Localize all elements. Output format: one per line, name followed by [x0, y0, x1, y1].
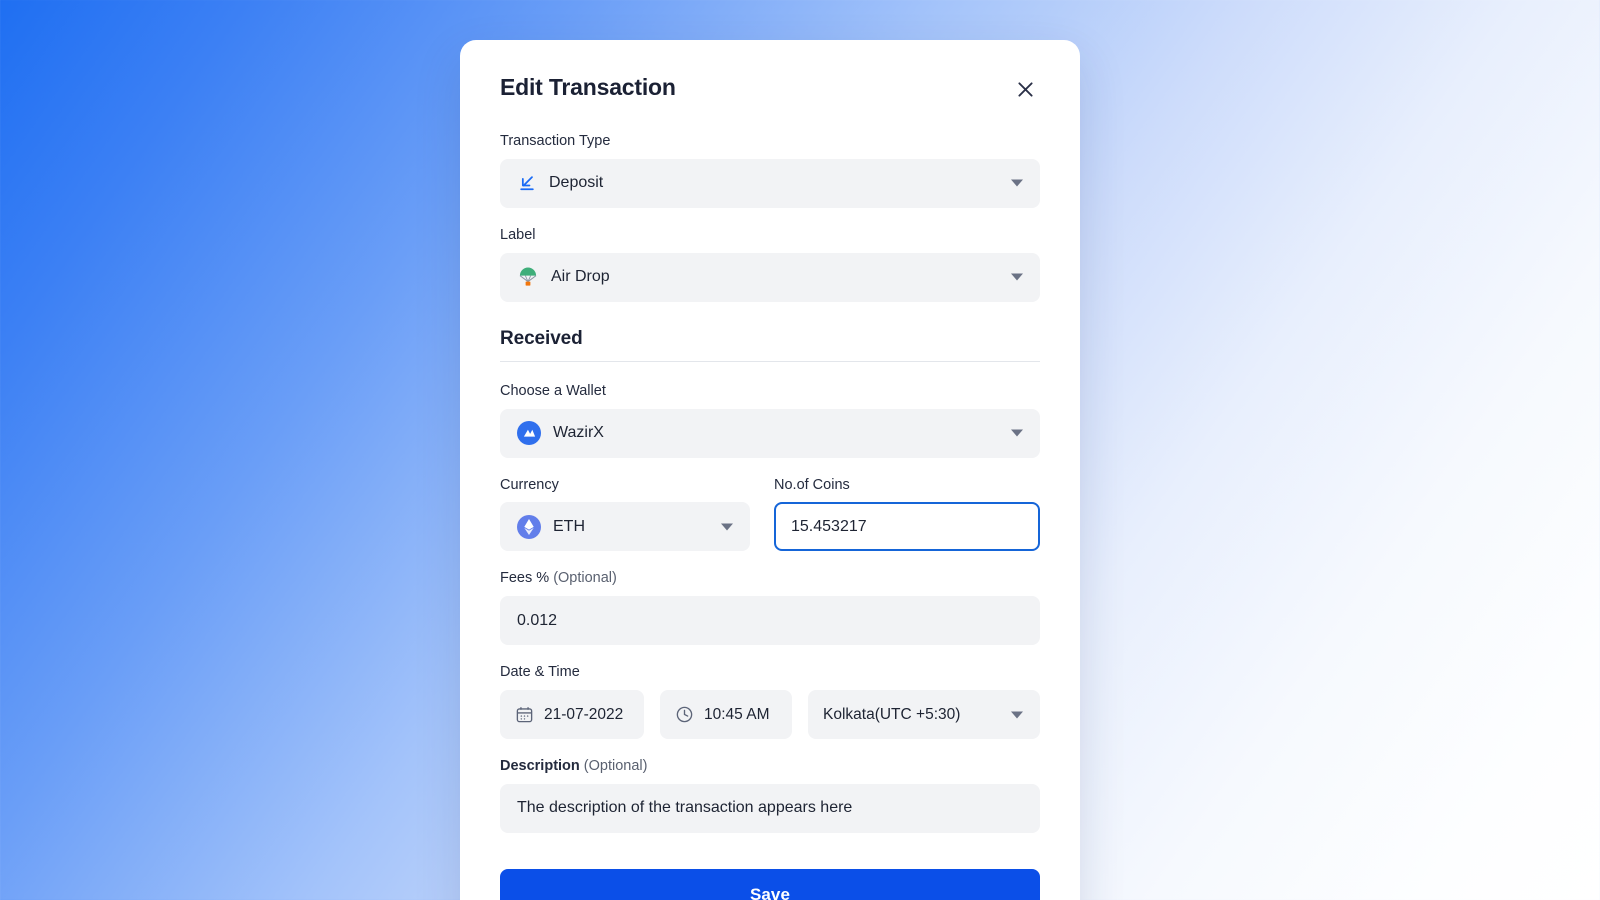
description-field: Description (Optional) The description o…	[500, 757, 1040, 833]
section-title-received: Received	[500, 327, 583, 349]
wazirx-logo-icon	[517, 421, 541, 446]
description-value: The description of the transaction appea…	[517, 799, 853, 817]
chevron-down-icon	[1011, 273, 1023, 281]
datetime-field: Date & Time 21-07-2022 10:45 AM Kolkata(…	[500, 663, 1040, 740]
calendar-icon	[515, 705, 534, 724]
timezone-value: Kolkata(UTC +5:30)	[823, 705, 961, 723]
label-value: Air Drop	[551, 268, 610, 286]
chevron-down-icon	[1011, 711, 1023, 719]
chevron-down-icon	[721, 523, 733, 531]
fees-input[interactable]: 0.012	[500, 596, 1040, 646]
wallet-select[interactable]: WazirX	[500, 408, 1040, 458]
transaction-type-label: Transaction Type	[500, 133, 611, 149]
currency-select[interactable]: ETH	[500, 502, 750, 552]
description-input[interactable]: The description of the transaction appea…	[500, 783, 1040, 833]
label-select[interactable]: Air Drop	[500, 252, 1040, 302]
time-picker[interactable]: 10:45 AM	[660, 690, 792, 740]
description-label-optional: (Optional)	[583, 758, 648, 775]
chevron-down-icon	[1011, 179, 1023, 187]
wallet-field: Choose a Wallet WazirX	[500, 382, 1040, 458]
modal-footer: Save	[500, 868, 1040, 900]
deposit-arrow-icon	[517, 173, 537, 193]
wallet-value: WazirX	[553, 424, 604, 442]
modal-header: Edit Transaction	[500, 74, 1040, 106]
coins-field: No.of Coins 15.453217	[774, 476, 1040, 552]
label-field: Label Air Drop	[500, 226, 1040, 302]
currency-field: Currency ETH	[500, 476, 750, 552]
save-button[interactable]: Save	[500, 868, 1040, 900]
section-divider	[500, 360, 1040, 362]
transaction-type-select[interactable]: Deposit	[500, 158, 1040, 208]
currency-value: ETH	[553, 517, 585, 535]
chevron-down-icon	[1011, 429, 1023, 437]
description-label: Description (Optional)	[500, 757, 1040, 776]
fees-label-main: Fees %	[500, 570, 554, 587]
time-value: 10:45 AM	[704, 705, 770, 723]
currency-label: Currency	[500, 476, 559, 493]
timezone-select[interactable]: Kolkata(UTC +5:30)	[808, 690, 1040, 740]
date-picker[interactable]: 21-07-2022	[500, 690, 644, 740]
label-label: Label	[500, 226, 536, 243]
parachute-icon	[517, 266, 539, 288]
fees-label: Fees % (Optional)	[500, 569, 1040, 588]
fees-field: Fees % (Optional) 0.012	[500, 569, 1040, 646]
transaction-type-field: Transaction Type Deposit	[500, 132, 1040, 208]
page-title: Edit Transaction	[500, 74, 676, 100]
wallet-label: Choose a Wallet	[500, 382, 606, 399]
coins-label: No.of Coins	[774, 476, 850, 493]
close-icon	[1015, 79, 1036, 103]
coins-input[interactable]: 15.453217	[774, 502, 1040, 552]
transaction-type-value: Deposit	[549, 174, 604, 192]
datetime-label: Date & Time	[500, 664, 580, 681]
description-label-main: Description	[500, 758, 584, 775]
ethereum-logo-icon	[517, 514, 541, 539]
currency-coins-row: Currency ETH No.of Coins 15.453217	[500, 476, 1040, 552]
clock-icon	[675, 705, 694, 724]
received-section-header: Received	[500, 328, 1040, 362]
date-value: 21-07-2022	[544, 705, 624, 723]
datetime-row: 21-07-2022 10:45 AM Kolkata(UTC +5:30)	[500, 690, 1040, 740]
fees-value: 0.012	[517, 611, 558, 629]
fees-label-optional: (Optional)	[553, 570, 617, 587]
close-button[interactable]	[1010, 76, 1040, 106]
edit-transaction-modal: Edit Transaction Transaction Type Deposi…	[460, 40, 1080, 900]
coins-value: 15.453217	[791, 517, 867, 535]
